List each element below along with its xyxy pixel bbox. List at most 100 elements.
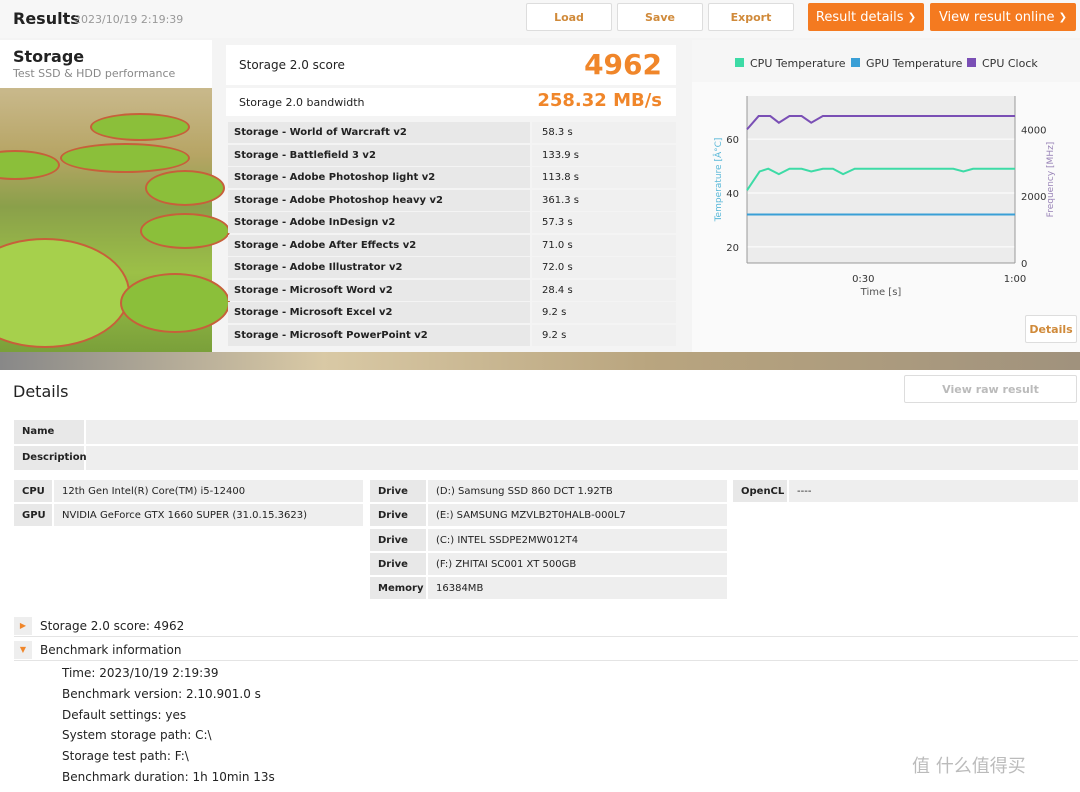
subtest-name: Storage - Adobe After Effects v2	[228, 234, 530, 256]
plot-area	[747, 96, 1015, 263]
view-raw-result-button[interactable]: View raw result	[904, 375, 1077, 403]
tree-item-benchmark-info[interactable]: ▼ Benchmark information	[14, 639, 1078, 661]
x-tick-label: 0:30	[852, 274, 874, 285]
test-subtitle: Test SSD & HDD performance	[13, 67, 176, 80]
test-image	[0, 88, 230, 352]
subtest-name: Storage - Adobe Photoshop heavy v2	[228, 189, 530, 211]
caret-right-icon[interactable]: ▶	[14, 617, 32, 635]
tree-bench-label: Benchmark information	[40, 643, 182, 657]
subtest-row: Storage - Adobe InDesign v2 57.3 s	[228, 212, 676, 233]
score-label: Storage 2.0 score	[239, 58, 345, 72]
drive-value: (F:) ZHITAI SC001 XT 500GB	[428, 552, 727, 575]
drive-label: Drive	[370, 528, 426, 551]
result-details-button[interactable]: Result details ❯	[808, 3, 924, 31]
name-value	[86, 420, 1078, 444]
subtest-value: 72.0 s	[532, 257, 676, 278]
benchmark-info-line: Benchmark version: 2.10.901.0 s	[62, 686, 261, 701]
watermark: 值 什么值得买	[912, 756, 1026, 777]
drive-value: (C:) INTEL SSDPE2MW012T4	[428, 528, 727, 551]
legend-swatch	[735, 58, 744, 67]
drive-value: 16384MB	[428, 577, 727, 600]
y2-axis-label: Frequency [MHz]	[1046, 142, 1056, 218]
subtest-row: Storage - Microsoft PowerPoint v2 9.2 s	[228, 324, 676, 346]
subtest-value: 9.2 s	[532, 302, 676, 323]
drive-label: Drive	[370, 480, 426, 502]
opencl-value: ----	[789, 480, 1078, 502]
load-button[interactable]: Load	[526, 3, 612, 31]
subtest-row: Storage - Adobe Photoshop heavy v2 361.3 …	[228, 189, 676, 211]
details-title: Details	[13, 382, 69, 401]
subtest-row: Storage - World of Warcraft v2 58.3 s	[228, 122, 676, 143]
gpu-value: NVIDIA GeForce GTX 1660 SUPER (31.0.15.3…	[54, 504, 363, 526]
benchmark-info-line: Default settings: yes	[62, 707, 187, 722]
subtest-name: Storage - World of Warcraft v2	[228, 122, 530, 143]
x-tick-label: 1:00	[1004, 274, 1026, 285]
x-axis-label: Time [s]	[860, 287, 902, 298]
legend-label: CPU Clock	[982, 57, 1038, 70]
bandwidth-box: Storage 2.0 bandwidth 258.32 MB/s	[226, 88, 676, 116]
legend-label: CPU Temperature	[750, 57, 846, 70]
monitoring-chart-panel: CPU Temperature GPU Temperature CPU Clock 2…	[692, 40, 1080, 352]
save-button[interactable]: Save	[617, 3, 703, 31]
description-label: Description	[14, 446, 87, 470]
subtest-value: 58.3 s	[532, 122, 676, 143]
monitoring-chart: CPU Temperature GPU Temperature CPU Clock 2…	[692, 40, 1080, 298]
benchmark-info-line: Benchmark duration: 1h 10min 13s	[62, 770, 275, 784]
benchmark-info-line: Time: 2023/10/19 2:19:39	[62, 666, 219, 680]
test-name: Storage	[13, 47, 85, 66]
chart-details-button[interactable]: Details	[1025, 315, 1077, 343]
subtest-name: Storage - Adobe InDesign v2	[228, 212, 530, 233]
export-button[interactable]: Export	[708, 3, 794, 31]
benchmark-info-line: Storage test path: F:\	[62, 749, 189, 764]
subtest-value: 57.3 s	[532, 212, 676, 233]
y-tick-label: 40	[726, 189, 739, 200]
subtest-name: Storage - Microsoft Excel v2	[228, 302, 530, 323]
subtest-row: Storage - Microsoft Excel v2 9.2 s	[228, 302, 676, 323]
y2-tick-label: 2000	[1021, 192, 1046, 203]
subtest-name: Storage - Microsoft Word v2	[228, 279, 530, 301]
tree-score-label: Storage 2.0 score: 4962	[40, 619, 185, 633]
subtest-row: Storage - Battlefield 3 v2 133.9 s	[228, 144, 676, 166]
view-online-button[interactable]: View result online ❯	[930, 3, 1076, 31]
cpu-value: 12th Gen Intel(R) Core(TM) i5-12400	[54, 480, 363, 502]
bandwidth-value: 258.32 MB/s	[537, 90, 662, 111]
chevron-right-icon: ❯	[1058, 11, 1068, 23]
subtest-value: 28.4 s	[532, 279, 676, 301]
result-details-label: Result details	[815, 9, 904, 25]
view-online-label: View result online	[938, 9, 1055, 25]
y-tick-label: 60	[726, 135, 739, 146]
subtest-row: Storage - Adobe After Effects v2 71.0 s	[228, 234, 676, 256]
result-date: 2023/10/19 2:19:39	[74, 13, 184, 26]
gpu-label: GPU	[14, 504, 52, 526]
subtest-value: 9.2 s	[532, 324, 676, 346]
banner-strip	[0, 352, 1080, 370]
y2-tick-label: 4000	[1021, 125, 1046, 136]
y2-tick-label: 0	[1021, 259, 1027, 270]
subtest-value: 133.9 s	[532, 144, 676, 166]
tree-item-score[interactable]: ▶ Storage 2.0 score: 4962	[14, 615, 1078, 637]
subtest-value: 361.3 s	[532, 189, 676, 211]
page-title: Results	[13, 9, 80, 28]
drive-label: Memory	[370, 577, 426, 600]
legend-swatch	[967, 58, 976, 67]
name-label: Name	[14, 420, 84, 444]
subtest-value: 113.8 s	[532, 167, 676, 188]
drive-label: Drive	[370, 504, 426, 527]
legend-label: GPU Temperature	[866, 57, 963, 70]
legend-swatch	[851, 58, 860, 67]
drive-label: Drive	[370, 552, 426, 575]
drive-value: (D:) Samsung SSD 860 DCT 1.92TB	[428, 480, 727, 502]
cpu-label: CPU	[14, 480, 52, 502]
y-tick-label: 20	[726, 243, 739, 254]
subtest-name: Storage - Adobe Photoshop light v2	[228, 167, 530, 188]
bandwidth-label: Storage 2.0 bandwidth	[239, 96, 365, 109]
chevron-right-icon: ❯	[907, 11, 917, 23]
subtest-row: Storage - Adobe Illustrator v2 72.0 s	[228, 257, 676, 278]
subtest-row: Storage - Adobe Photoshop light v2 113.8 …	[228, 167, 676, 188]
drive-value: (E:) SAMSUNG MZVLB2T0HALB-000L7	[428, 504, 727, 527]
score-value: 4962	[584, 48, 662, 81]
caret-down-icon[interactable]: ▼	[14, 641, 32, 659]
opencl-label: OpenCL	[733, 480, 787, 502]
subtest-row: Storage - Microsoft Word v2 28.4 s	[228, 279, 676, 301]
description-value	[86, 446, 1078, 470]
